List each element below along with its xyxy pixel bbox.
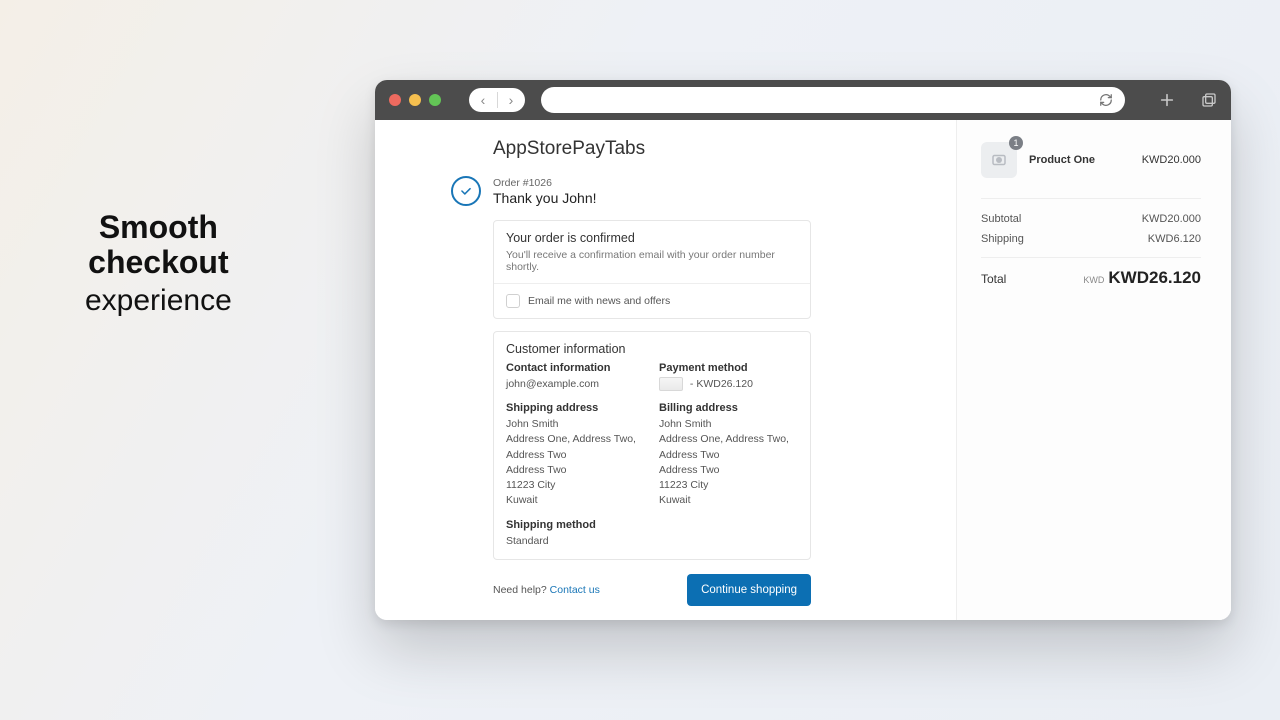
ship-name: John Smith [506,417,645,432]
main-column: AppStorePayTabs Order #1026 Thank you Jo… [375,120,956,620]
subtotal-value: KWD20.000 [1142,213,1201,225]
ship-line1: Address One, Address Two, Address Two [506,432,645,462]
contact-label: Contact information [506,362,645,374]
continue-shopping-button[interactable]: Continue shopping [687,574,811,606]
shipping-address-label: Shipping address [506,402,645,414]
billing-address-label: Billing address [659,402,798,414]
product-name: Product One [1029,154,1130,166]
help-text: Need help? Contact us [493,584,600,596]
nav-forward-button[interactable]: › [497,93,525,107]
customer-info-panel: Customer information Contact information… [493,331,811,560]
hero-line-3: experience [85,284,232,317]
bill-line1: Address One, Address Two, Address Two [659,432,798,462]
news-opt-in-label: Email me with news and offers [528,295,670,307]
shipping-value: KWD6.120 [1148,233,1201,245]
summary-line-item: 1 Product One KWD20.000 [981,142,1201,178]
total-currency: KWD [1083,275,1104,285]
success-check-icon [451,176,481,206]
address-bar[interactable] [541,87,1125,113]
shipping-method-value: Standard [506,534,645,549]
hero-line-1: Smooth [85,210,232,245]
window-controls [389,94,441,106]
bill-name: John Smith [659,417,798,432]
hero-line-2: checkout [85,245,232,280]
bill-city: 11223 City [659,478,798,493]
customer-info-heading: Customer information [506,342,798,356]
bill-country: Kuwait [659,493,798,508]
card-brand-icon [659,377,683,391]
subtotal-row: Subtotal KWD20.000 [981,209,1201,229]
order-number: Order #1026 [493,177,597,189]
separator [981,198,1201,199]
shipping-method: Shipping method Standard [506,519,645,549]
footer-row: Need help? Contact us Continue shopping [493,574,811,606]
billing-address: Billing address John Smith Address One, … [659,402,798,508]
contact-email: john@example.com [506,377,645,392]
ship-city: 11223 City [506,478,645,493]
ship-country: Kuwait [506,493,645,508]
order-confirmed-heading: Your order is confirmed [506,231,798,245]
contact-information: Contact information john@example.com [506,362,645,392]
browser-titlebar: ‹ › [375,80,1231,120]
payment-amount: - KWD26.120 [690,378,753,390]
total-row: Total KWD KWD26.120 [981,268,1201,288]
total-amount: KWD26.120 [1108,268,1201,287]
order-confirmed-body: You'll receive a confirmation email with… [506,249,798,273]
product-thumbnail: 1 [981,142,1017,178]
hero-text: Smooth checkout experience [85,210,232,317]
window-minimize-button[interactable] [409,94,421,106]
separator [981,257,1201,258]
help-prefix: Need help? [493,584,550,596]
product-price: KWD20.000 [1142,154,1201,166]
payment-label: Payment method [659,362,798,374]
bill-line2: Address Two [659,463,798,478]
payment-method: Payment method - KWD26.120 [659,362,798,392]
nav-back-button[interactable]: ‹ [469,93,497,107]
nav-back-forward: ‹ › [469,88,525,112]
browser-window: ‹ › AppStorePayTabs [375,80,1231,620]
shipping-label: Shipping [981,233,1024,245]
shipping-address: Shipping address John Smith Address One,… [506,402,645,508]
reload-icon[interactable] [1099,93,1113,107]
shipping-method-label: Shipping method [506,519,645,531]
store-name: AppStorePayTabs [493,138,811,160]
tabs-overview-button[interactable] [1201,92,1217,108]
ship-line2: Address Two [506,463,645,478]
shipping-row: Shipping KWD6.120 [981,229,1201,249]
news-opt-in-row[interactable]: Email me with news and offers [494,283,810,318]
page-body: AppStorePayTabs Order #1026 Thank you Jo… [375,120,1231,620]
contact-us-link[interactable]: Contact us [550,584,600,596]
new-tab-button[interactable] [1159,92,1175,108]
subtotal-label: Subtotal [981,213,1021,225]
thank-you-heading: Thank you John! [493,190,597,206]
news-opt-in-checkbox[interactable] [506,294,520,308]
total-label: Total [981,272,1006,286]
product-qty-badge: 1 [1009,136,1023,150]
order-summary: 1 Product One KWD20.000 Subtotal KWD20.0… [956,120,1231,620]
thank-you-row: Order #1026 Thank you John! [493,176,811,206]
order-confirmed-panel: Your order is confirmed You'll receive a… [493,220,811,319]
window-close-button[interactable] [389,94,401,106]
window-zoom-button[interactable] [429,94,441,106]
